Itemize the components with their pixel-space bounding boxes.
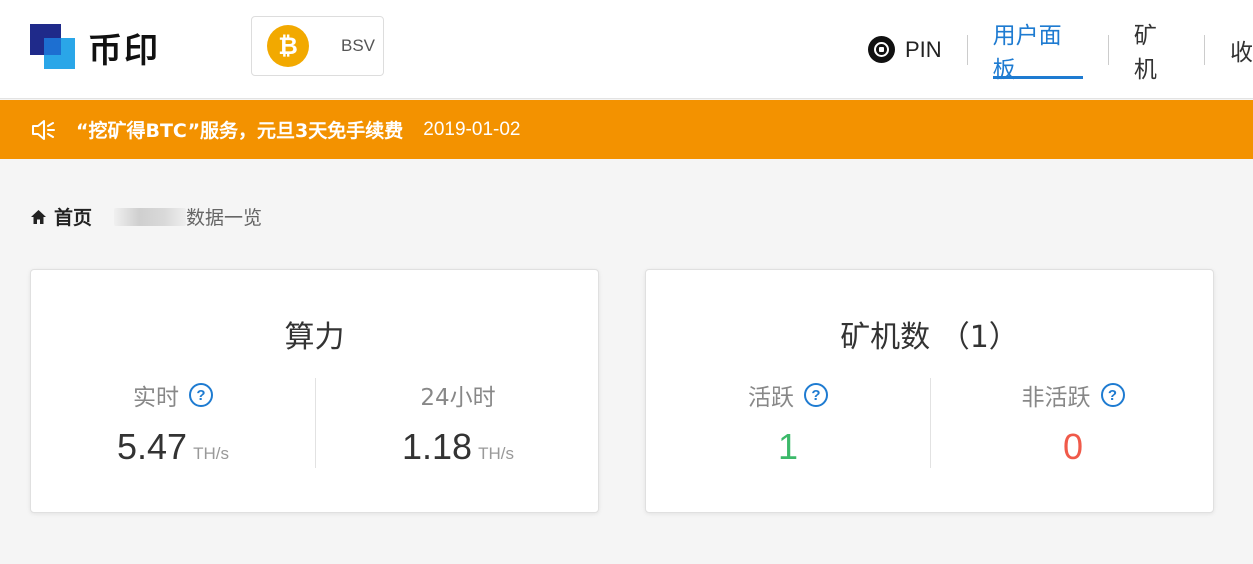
logo[interactable]: 币印 bbox=[30, 24, 185, 71]
help-icon[interactable]: ? bbox=[189, 383, 213, 407]
active-miners-value[interactable]: 1 bbox=[778, 426, 798, 468]
top-nav: PIN 用户面板 矿机 收 bbox=[868, 0, 1253, 99]
inactive-stat: 非活跃 ? 0 bbox=[931, 378, 1215, 468]
bitcoin-icon: ₿ bbox=[267, 25, 309, 67]
breadcrumb-redacted bbox=[114, 207, 187, 226]
nav-divider bbox=[1107, 34, 1109, 65]
nav-divider bbox=[1204, 34, 1206, 65]
active-label: 活跃 bbox=[748, 385, 794, 411]
inactive-label: 非活跃 bbox=[1021, 385, 1091, 411]
nav-item-user-panel[interactable]: 用户面板 bbox=[992, 0, 1084, 99]
breadcrumb-home[interactable]: 首页 bbox=[54, 203, 92, 230]
breadcrumb: 首页 数据一览 bbox=[30, 203, 262, 230]
logo-text: 币印 bbox=[88, 30, 160, 71]
coin-label: BSV bbox=[341, 36, 376, 55]
breadcrumb-current: 数据一览 bbox=[186, 207, 263, 229]
day-hashrate-unit: TH/s bbox=[478, 444, 514, 463]
card-title: 算力 bbox=[284, 320, 345, 355]
pin-icon bbox=[868, 36, 895, 63]
help-icon[interactable]: ? bbox=[804, 383, 828, 407]
realtime-label: 实时 bbox=[133, 385, 179, 411]
speaker-icon bbox=[32, 119, 55, 140]
coin-selector[interactable]: ₿ BSV bbox=[251, 16, 384, 76]
pin-button[interactable]: PIN bbox=[868, 36, 942, 63]
nav-item-income[interactable]: 收 bbox=[1230, 0, 1253, 99]
miners-card: 矿机数 （1） 活跃 ? 1 非活跃 ? 0 bbox=[645, 269, 1214, 513]
nav-divider bbox=[966, 34, 968, 65]
day-label: 24小时 bbox=[420, 385, 496, 411]
logo-mark-icon bbox=[30, 24, 76, 70]
realtime-hashrate-value: 5.47 bbox=[117, 426, 188, 467]
active-stat: 活跃 ? 1 bbox=[646, 378, 930, 468]
home-icon bbox=[31, 209, 46, 224]
day-hashrate-value: 1.18 bbox=[402, 426, 473, 467]
announcement-text[interactable]: “挖矿得BTC”服务，元旦3天免手续费 bbox=[76, 116, 403, 143]
top-header: 币印 ₿ BSV PIN 用户面板 矿机 收 bbox=[0, 0, 1253, 99]
announcement-bar[interactable]: “挖矿得BTC”服务，元旦3天免手续费 2019-01-02 bbox=[0, 100, 1253, 159]
announcement-date: 2019-01-02 bbox=[423, 118, 521, 140]
realtime-stat: 实时 ? 5.47 TH/s bbox=[31, 378, 315, 468]
card-title: 矿机数 （1） bbox=[840, 320, 1019, 355]
hashrate-card: 算力 实时 ? 5.47 TH/s 24小时 1.18 TH/s bbox=[30, 269, 599, 513]
help-icon[interactable]: ? bbox=[1100, 383, 1125, 407]
realtime-hashrate-unit: TH/s bbox=[193, 444, 229, 463]
inactive-miners-value[interactable]: 0 bbox=[1063, 426, 1083, 468]
pin-label: PIN bbox=[905, 36, 942, 62]
day-stat: 24小时 1.18 TH/s bbox=[316, 378, 600, 468]
nav-item-miners[interactable]: 矿机 bbox=[1134, 0, 1179, 99]
